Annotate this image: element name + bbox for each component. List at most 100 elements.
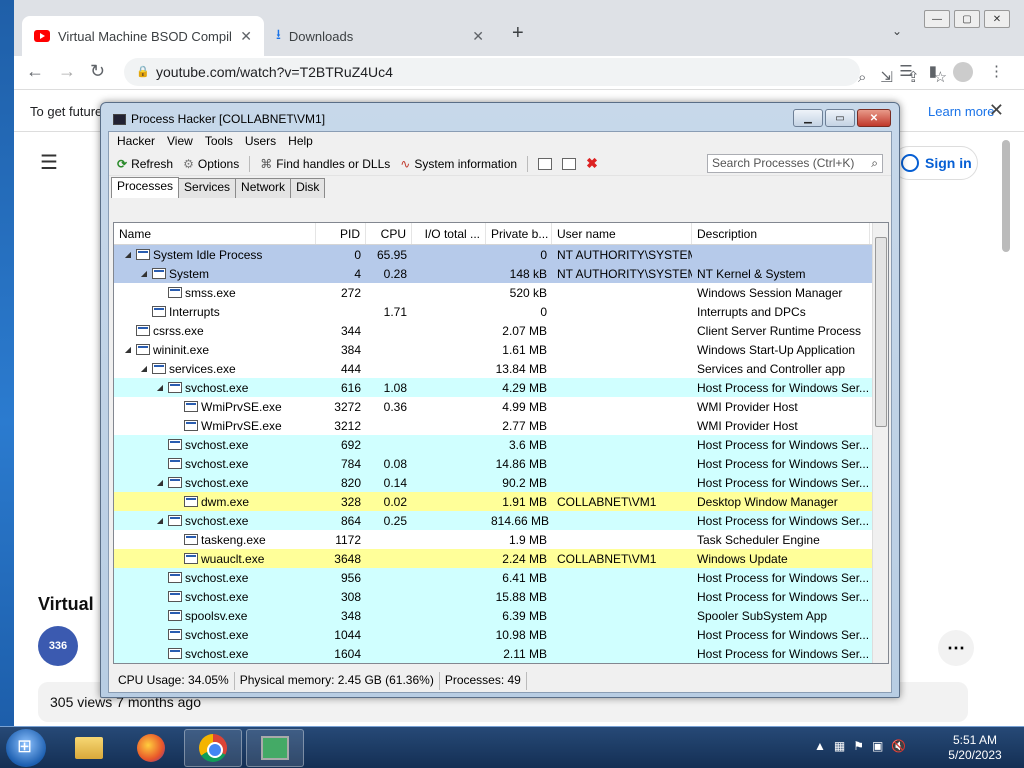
more-actions-icon[interactable]: ⋯ [938, 630, 974, 666]
process-row[interactable]: svchost.exe191262.58 MBHost Process for … [114, 663, 888, 664]
channel-avatar[interactable]: 336 [38, 626, 78, 666]
address-bar[interactable]: 🔒 youtube.com/watch?v=T2BTRuZ4Uc4 ⌕ ⇲ ⇪ … [124, 58, 947, 86]
process-row[interactable]: WmiPrvSE.exe 3212 2.77 MB WMI Provider Host [114, 416, 888, 435]
hamburger-menu-icon[interactable]: ☰ [40, 150, 58, 175]
ph-close-icon[interactable]: ✕ [857, 109, 891, 127]
install-icon[interactable]: ⇲ [880, 64, 893, 92]
process-name-cell: wuauclt.exe [119, 552, 311, 566]
process-row[interactable]: svchost.exe 1044 10.98 MB Host Process for … [114, 625, 888, 644]
options-button[interactable]: ⚙ Options [179, 155, 243, 173]
new-tab-plus-icon[interactable]: + [512, 22, 524, 45]
ph-maximize-icon[interactable]: ▭ [825, 109, 855, 127]
tab-close-icon[interactable]: ✕ [472, 28, 484, 45]
process-row[interactable]: svchost.exe 1604 2.11 MB Host Process for W… [114, 644, 888, 663]
folder-icon [75, 737, 103, 759]
refresh-button[interactable]: ⟳ Refresh [113, 155, 177, 173]
col-name[interactable]: Name [114, 223, 316, 244]
reload-icon[interactable]: ↻ [90, 61, 105, 82]
tab-network[interactable]: Network [235, 178, 292, 198]
volume-muted-icon[interactable]: 🔇 [891, 739, 906, 753]
menu-view[interactable]: View [161, 132, 199, 152]
col-cpu[interactable]: CPU [366, 223, 412, 244]
expand-collapse-icon[interactable]: ◢ [155, 478, 165, 487]
process-row[interactable]: taskeng.exe 1172 1.9 MB Task Scheduler Engi… [114, 530, 888, 549]
process-row[interactable]: dwm.exe 328 0.02 1.91 MB COLLABNET\VM1 Deskto… [114, 492, 888, 511]
zoom-search-icon[interactable]: ⌕ [858, 64, 866, 92]
menu-hacker[interactable]: Hacker [111, 132, 161, 152]
minimize-icon[interactable]: — [924, 10, 950, 28]
system-information-button[interactable]: ∿ System information [396, 155, 521, 173]
terminate-x-icon[interactable]: ✖ [586, 155, 598, 172]
process-row[interactable]: csrss.exe 344 2.07 MB Client Server Runtime… [114, 321, 888, 340]
tab-downloads[interactable]: ⭳ Downloads ✕ [264, 16, 496, 56]
process-row[interactable]: svchost.exe 692 3.6 MB Host Process for Win… [114, 435, 888, 454]
menu-tools[interactable]: Tools [199, 132, 239, 152]
menu-help[interactable]: Help [282, 132, 319, 152]
process-row[interactable]: ◢ System Idle Process 0 65.95 0 NT AUTHORITY\… [114, 245, 888, 264]
page-scrollbar-thumb[interactable] [1002, 140, 1010, 252]
clock[interactable]: 5:51 AM 5/20/2023 [940, 733, 1010, 763]
side-panel-icon[interactable]: ▮ [929, 62, 937, 82]
process-row[interactable]: spoolsv.exe 348 6.39 MB Spooler SubSystem A… [114, 606, 888, 625]
sign-in-button[interactable]: Sign in [892, 146, 978, 180]
infobar-close-icon[interactable]: ✕ [989, 100, 1004, 121]
process-hacker-tray-icon[interactable]: ▦ [834, 739, 845, 753]
ph-titlebar[interactable]: Process Hacker [COLLABNET\VM1] [113, 112, 325, 126]
expand-collapse-icon[interactable]: ◢ [123, 345, 133, 354]
process-row[interactable]: smss.exe 272 520 kB Windows Session Manager [114, 283, 888, 302]
process-row[interactable]: svchost.exe 784 0.08 14.86 MB Host Process f… [114, 454, 888, 473]
back-arrow-icon[interactable]: ← [26, 61, 44, 82]
expand-collapse-icon[interactable]: ◢ [123, 250, 133, 259]
expand-collapse-icon[interactable]: ◢ [155, 516, 165, 525]
taskbar-process-hacker[interactable] [246, 729, 304, 767]
process-row[interactable]: ◢ svchost.exe 820 0.14 90.2 MB Host Process f… [114, 473, 888, 492]
process-row[interactable]: wuauclt.exe 3648 2.24 MB COLLABNET\VM1 Windo… [114, 549, 888, 568]
reading-list-icon[interactable]: ☰ [899, 62, 912, 82]
window-icon[interactable] [538, 157, 553, 170]
process-row[interactable]: ◢ wininit.exe 384 1.61 MB Windows Start-Up A… [114, 340, 888, 359]
binoculars-icon: ⌘ [260, 156, 273, 171]
show-hidden-icons-icon[interactable]: ▲ [814, 739, 826, 753]
menu-dots-icon[interactable]: ⋮ [989, 62, 1004, 82]
tab-close-icon[interactable]: ✕ [240, 28, 252, 45]
col-user-name[interactable]: User name [552, 223, 692, 244]
taskbar-firefox[interactable] [122, 729, 180, 767]
restore-icon[interactable]: ▢ [954, 10, 980, 28]
process-row[interactable]: svchost.exe 308 15.88 MB Host Process for W… [114, 587, 888, 606]
tab-services[interactable]: Services [178, 178, 237, 198]
process-tree-scrollbar[interactable] [872, 223, 888, 663]
expand-collapse-icon[interactable]: ◢ [139, 269, 149, 278]
tab-processes[interactable]: Processes [111, 177, 180, 198]
menu-users[interactable]: Users [239, 132, 282, 152]
process-row[interactable]: WmiPrvSE.exe 3272 0.36 4.99 MB WMI Provider … [114, 397, 888, 416]
close-icon[interactable]: ✕ [984, 10, 1010, 28]
tab-youtube[interactable]: Virtual Machine BSOD Compilati ✕ [22, 16, 264, 56]
tab-disk[interactable]: Disk [290, 178, 326, 198]
col-private-bytes[interactable]: Private b... [486, 223, 552, 244]
process-row[interactable]: Interrupts 1.71 0 Interrupts and DPCs [114, 302, 888, 321]
process-row[interactable]: svchost.exe 956 6.41 MB Host Process for Wi… [114, 568, 888, 587]
learn-more-link[interactable]: Learn more [928, 104, 994, 119]
process-row[interactable]: ◢ svchost.exe 864 0.25 814.66 MB Host Process… [114, 511, 888, 530]
tab-search-chevron-icon[interactable]: ⌄ [892, 24, 902, 38]
taskbar-explorer[interactable] [60, 729, 118, 767]
expand-collapse-icon[interactable]: ◢ [155, 383, 165, 392]
profile-avatar-icon[interactable] [953, 62, 973, 82]
process-row[interactable]: ◢ System 4 0.28 148 kB NT AUTHORITY\SYSTEM NT … [114, 264, 888, 283]
network-icon[interactable]: ▣ [872, 739, 883, 753]
col-pid[interactable]: PID [316, 223, 366, 244]
process-row[interactable]: ◢ services.exe 444 13.84 MB Services and Con… [114, 359, 888, 378]
forward-arrow-icon[interactable]: → [58, 61, 76, 82]
col-description[interactable]: Description [692, 223, 870, 244]
expand-collapse-icon[interactable]: ◢ [139, 364, 149, 373]
window-go-icon[interactable] [562, 157, 577, 170]
scrollbar-thumb[interactable] [875, 237, 887, 427]
start-button[interactable] [6, 729, 46, 767]
taskbar-chrome[interactable] [184, 729, 242, 767]
ph-minimize-icon[interactable]: ▁ [793, 109, 823, 127]
action-center-flag-icon[interactable]: ⚑ [853, 739, 864, 753]
find-handles-button[interactable]: ⌘ Find handles or DLLs [256, 155, 394, 173]
process-row[interactable]: ◢ svchost.exe 616 1.08 4.29 MB Host Process f… [114, 378, 888, 397]
search-processes-input[interactable]: Search Processes (Ctrl+K) ⌕ [707, 154, 883, 173]
col-io-total[interactable]: I/O total ... [412, 223, 486, 244]
